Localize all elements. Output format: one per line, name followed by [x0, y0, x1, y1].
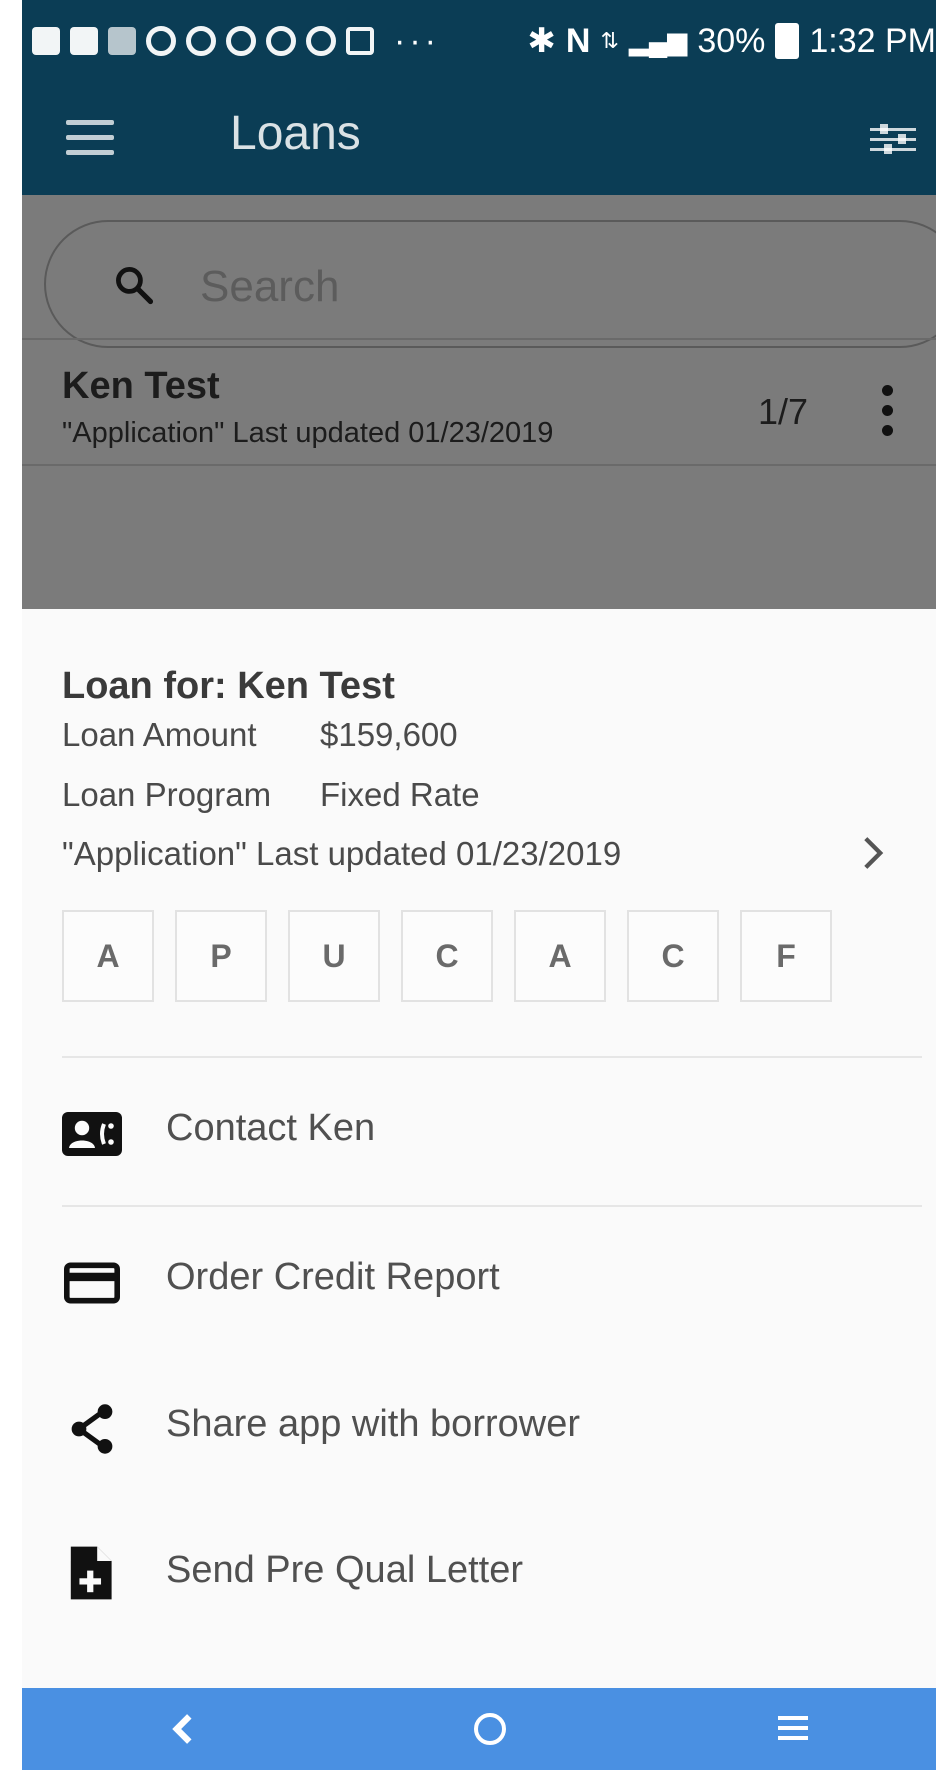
- hamburger-menu-icon[interactable]: [66, 120, 114, 156]
- app-icon: [266, 26, 296, 56]
- recent-apps-icon[interactable]: [778, 1716, 808, 1742]
- status-bar: ··· ✱ N ⇅ ▂▄▆ 30% 1:32 PM: [22, 0, 936, 82]
- divider: [22, 464, 936, 466]
- loan-program-value: Fixed Rate: [320, 776, 480, 813]
- screenshot-icon: [346, 27, 374, 55]
- home-icon[interactable]: [474, 1713, 506, 1745]
- search-bar[interactable]: [44, 220, 936, 348]
- loan-progress-count: 1/7: [758, 391, 809, 432]
- loan-amount-label: Loan Amount: [62, 716, 257, 753]
- bluetooth-icon: ✱: [527, 22, 556, 60]
- credit-card-icon: [64, 1262, 120, 1304]
- mail-icon: [108, 27, 136, 55]
- contact-ken-action[interactable]: Contact Ken: [22, 1081, 936, 1181]
- xbox-icon: [226, 26, 256, 56]
- search-input[interactable]: [198, 256, 802, 318]
- milestone-step[interactable]: C: [627, 910, 719, 1002]
- action-label: Share app with borrower: [166, 1403, 580, 1445]
- chevron-right-icon[interactable]: [862, 835, 884, 871]
- messenger-icon: [186, 26, 216, 56]
- data-icon: ⇅: [600, 28, 619, 53]
- loan-amount-row: Loan Amount $159,600: [62, 716, 458, 754]
- loan-status: "Application" Last updated 01/23/2019: [62, 417, 554, 449]
- search-icon: [116, 267, 154, 305]
- share-app-action[interactable]: Share app with borrower: [22, 1377, 936, 1477]
- sheet-title: Loan for: Ken Test: [62, 665, 395, 707]
- loan-borrower-name: Ken Test: [62, 365, 220, 407]
- milestone-step[interactable]: C: [401, 910, 493, 1002]
- note-add-icon: [70, 1546, 112, 1600]
- divider: [22, 338, 936, 340]
- milestone-step[interactable]: P: [175, 910, 267, 1002]
- loan-list-scrim[interactable]: Ken Test "Application" Last updated 01/2…: [22, 195, 936, 609]
- app-icon: [146, 26, 176, 56]
- loan-status: "Application" Last updated 01/23/2019: [62, 835, 622, 872]
- loan-program-row: Loan Program Fixed Rate: [62, 776, 480, 814]
- milestone-step[interactable]: A: [62, 910, 154, 1002]
- battery-icon: [775, 23, 800, 59]
- notification-icons: ···: [32, 0, 450, 82]
- share-icon: [71, 1404, 113, 1454]
- page-title: Loans: [230, 107, 361, 160]
- divider: [62, 1056, 922, 1058]
- flipboard-icon: [32, 27, 60, 55]
- more-vert-icon[interactable]: [882, 385, 894, 441]
- nfc-icon: N: [565, 22, 591, 60]
- battery-percent: 30%: [697, 22, 766, 60]
- phone-screen: ··· ✱ N ⇅ ▂▄▆ 30% 1:32 PM Loans Search K…: [22, 0, 936, 1770]
- navigation-bar: [22, 1688, 936, 1770]
- more-notifications-indicator: ···: [394, 22, 440, 60]
- loan-bottom-sheet: Loan for: Ken Test Loan Amount $159,600 …: [22, 609, 936, 1688]
- action-label: Send Pre Qual Letter: [166, 1549, 523, 1591]
- contact-card-icon: [62, 1112, 122, 1156]
- milestone-step[interactable]: A: [514, 910, 606, 1002]
- action-label: Order Credit Report: [166, 1256, 500, 1298]
- flipboard-icon: [70, 27, 98, 55]
- divider: [62, 1205, 922, 1207]
- back-icon[interactable]: [162, 1708, 204, 1750]
- loan-program-label: Loan Program: [62, 776, 272, 813]
- system-icons: ✱ N ⇅ ▂▄▆ 30% 1:32 PM: [527, 0, 936, 82]
- send-pre-qual-letter-action[interactable]: Send Pre Qual Letter: [22, 1523, 936, 1623]
- order-credit-report-action[interactable]: Order Credit Report: [22, 1230, 936, 1330]
- filter-icon[interactable]: [870, 122, 916, 156]
- app-icon: [306, 26, 336, 56]
- milestone-step[interactable]: F: [740, 910, 832, 1002]
- clock: 1:32 PM: [809, 22, 936, 60]
- action-label: Contact Ken: [166, 1107, 376, 1149]
- app-bar: Loans: [22, 82, 936, 195]
- loan-amount-value: $159,600: [320, 716, 458, 753]
- milestone-steps: A P U C A C F: [62, 910, 832, 1002]
- signal-icon: ▂▄▆: [628, 26, 688, 56]
- milestone-step[interactable]: U: [288, 910, 380, 1002]
